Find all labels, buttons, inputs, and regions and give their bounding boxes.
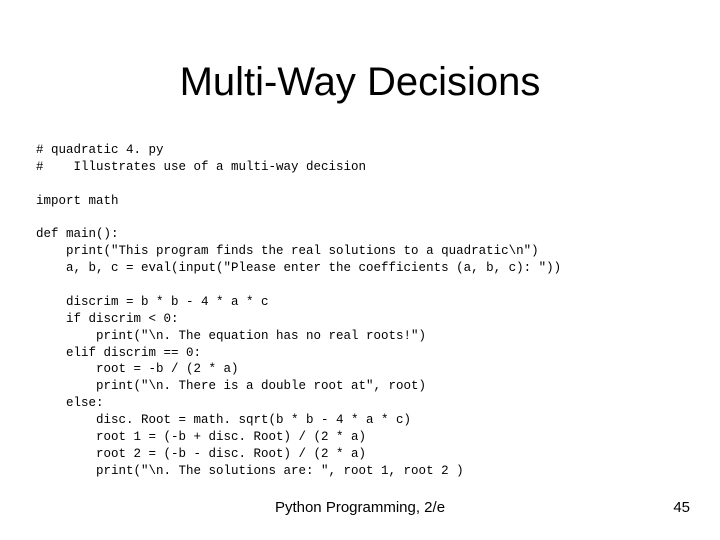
page-number: 45: [673, 499, 690, 516]
code-block: # quadratic 4. py # Illustrates use of a…: [36, 142, 684, 480]
slide: Multi-Way Decisions # quadratic 4. py # …: [0, 0, 720, 540]
footer-text: Python Programming, 2/e: [0, 499, 720, 516]
slide-title: Multi-Way Decisions: [0, 60, 720, 105]
